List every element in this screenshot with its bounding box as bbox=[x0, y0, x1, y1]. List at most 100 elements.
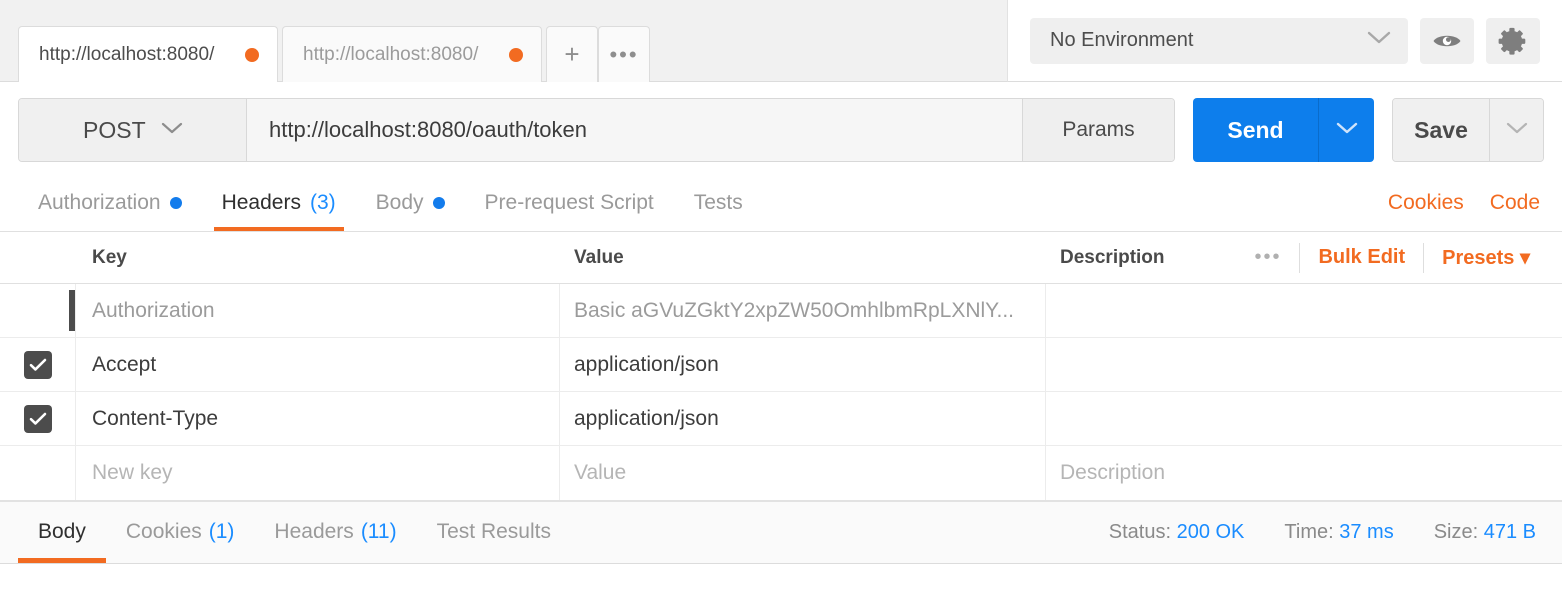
header-description-cell[interactable] bbox=[1046, 338, 1562, 391]
response-tab-headers-label: Headers bbox=[274, 520, 353, 544]
tab-authorization-label: Authorization bbox=[38, 191, 161, 215]
header-key-cell[interactable]: Content-Type bbox=[76, 392, 560, 445]
column-header-description-wrap: Description ••• Bulk Edit Presets ▾ bbox=[1046, 232, 1562, 283]
status-value[interactable]: 200 OK bbox=[1177, 521, 1245, 543]
response-tab-test-results[interactable]: Test Results bbox=[417, 501, 571, 563]
table-new-row: New key Value Description bbox=[0, 446, 1562, 500]
table-row: Content-Type application/json bbox=[0, 392, 1562, 446]
status-badge: Status: 200 OK bbox=[1109, 521, 1245, 544]
method-url-group: POST http://localhost:8080/oauth/token P… bbox=[18, 98, 1175, 162]
chevron-down-icon bbox=[160, 121, 184, 140]
chevron-down-icon bbox=[1505, 121, 1529, 140]
chevron-down-icon bbox=[1335, 121, 1359, 140]
http-method-label: POST bbox=[83, 117, 146, 144]
request-tab-1-title: http://localhost:8080/ bbox=[39, 44, 229, 66]
params-button[interactable]: Params bbox=[1022, 99, 1174, 161]
status-label: Status: bbox=[1109, 521, 1171, 543]
response-tabs: Body Cookies (1) Headers (11) Test Resul… bbox=[18, 501, 571, 563]
time-value[interactable]: 37 ms bbox=[1339, 521, 1393, 543]
size-value[interactable]: 471 B bbox=[1484, 521, 1536, 543]
tab-headers[interactable]: Headers (3) bbox=[202, 175, 356, 231]
gear-icon bbox=[1498, 26, 1528, 56]
header-description-cell[interactable] bbox=[1046, 284, 1562, 337]
response-tab-headers-count: (11) bbox=[361, 520, 397, 544]
request-tab-2[interactable]: http://localhost:8080/ bbox=[282, 26, 542, 82]
request-url-input[interactable]: http://localhost:8080/oauth/token bbox=[247, 99, 1022, 161]
response-tab-cookies[interactable]: Cookies (1) bbox=[106, 501, 255, 563]
request-url-bar: POST http://localhost:8080/oauth/token P… bbox=[0, 82, 1562, 176]
tab-authorization[interactable]: Authorization bbox=[18, 175, 202, 231]
tab-options-button[interactable]: ••• bbox=[598, 26, 650, 82]
environment-selected-label: No Environment bbox=[1050, 29, 1193, 52]
save-button[interactable]: Save bbox=[1393, 99, 1489, 161]
response-tab-headers[interactable]: Headers (11) bbox=[254, 501, 416, 563]
response-bar: Body Cookies (1) Headers (11) Test Resul… bbox=[0, 502, 1562, 564]
row-lock-indicator-cell bbox=[0, 284, 76, 337]
response-tab-body-label: Body bbox=[38, 520, 86, 544]
header-value-cell[interactable]: application/json bbox=[560, 338, 1046, 391]
header-enabled-checkbox[interactable] bbox=[24, 351, 52, 379]
unsaved-dot-icon[interactable] bbox=[245, 48, 259, 62]
headers-table-tools: ••• Bulk Edit Presets ▾ bbox=[1236, 243, 1562, 273]
response-body-area bbox=[0, 564, 1562, 578]
tab-pre-request-script-label: Pre-request Script bbox=[485, 191, 654, 215]
table-row: Authorization Basic aGVuZGktY2xpZW50Omhl… bbox=[0, 284, 1562, 338]
send-button[interactable]: Send bbox=[1193, 98, 1318, 162]
request-tabs-links: Cookies Code bbox=[1388, 175, 1544, 231]
header-description-cell[interactable] bbox=[1046, 392, 1562, 445]
environment-selector[interactable]: No Environment bbox=[1030, 18, 1408, 64]
size-label: Size: bbox=[1434, 521, 1478, 543]
tab-headers-label: Headers bbox=[222, 191, 301, 215]
headers-table: Key Value Description ••• Bulk Edit Pres… bbox=[0, 232, 1562, 502]
time-badge: Time: 37 ms bbox=[1284, 521, 1393, 544]
environment-area: No Environment bbox=[1007, 0, 1562, 82]
bulk-edit-button[interactable]: Bulk Edit bbox=[1299, 243, 1423, 273]
tab-body-label: Body bbox=[376, 191, 424, 215]
modified-dot-icon bbox=[433, 197, 445, 209]
auto-generated-lock-icon bbox=[69, 290, 75, 331]
column-header-key: Key bbox=[76, 232, 560, 283]
row-checkbox-cell bbox=[0, 392, 76, 445]
column-header-description: Description bbox=[1060, 247, 1165, 269]
unsaved-dot-icon[interactable] bbox=[509, 48, 523, 62]
column-header-value: Value bbox=[560, 232, 1046, 283]
headers-table-header-row: Key Value Description ••• Bulk Edit Pres… bbox=[0, 232, 1562, 284]
environment-quick-look-button[interactable] bbox=[1420, 18, 1474, 64]
eye-icon bbox=[1432, 31, 1462, 51]
tab-pre-request-script[interactable]: Pre-request Script bbox=[465, 175, 674, 231]
header-key-cell[interactable]: Authorization bbox=[76, 284, 560, 337]
new-description-input[interactable]: Description bbox=[1046, 446, 1562, 500]
tab-tests[interactable]: Tests bbox=[674, 175, 763, 231]
settings-button[interactable] bbox=[1486, 18, 1540, 64]
code-link[interactable]: Code bbox=[1490, 191, 1540, 215]
tab-headers-count: (3) bbox=[310, 191, 336, 215]
time-label: Time: bbox=[1284, 521, 1333, 543]
new-value-input[interactable]: Value bbox=[560, 446, 1046, 500]
header-row-checkbox-column bbox=[0, 232, 76, 283]
top-bar: http://localhost:8080/ http://localhost:… bbox=[0, 0, 1562, 82]
header-enabled-checkbox[interactable] bbox=[24, 405, 52, 433]
http-method-selector[interactable]: POST bbox=[19, 99, 247, 161]
tab-tests-label: Tests bbox=[694, 191, 743, 215]
presets-button[interactable]: Presets ▾ bbox=[1423, 243, 1548, 273]
table-options-button[interactable]: ••• bbox=[1236, 243, 1299, 273]
tab-body[interactable]: Body bbox=[356, 175, 465, 231]
request-tab-2-title: http://localhost:8080/ bbox=[303, 44, 493, 66]
header-value-cell[interactable]: Basic aGVuZGktY2xpZW50OmhlbmRpLXNlY... bbox=[560, 284, 1046, 337]
response-stats: Status: 200 OK Time: 37 ms Size: 471 B bbox=[1109, 501, 1544, 563]
header-key-cell[interactable]: Accept bbox=[76, 338, 560, 391]
response-tab-body[interactable]: Body bbox=[18, 501, 106, 563]
modified-dot-icon bbox=[170, 197, 182, 209]
response-tab-cookies-label: Cookies bbox=[126, 520, 202, 544]
request-section-tabs: Authorization Headers (3) Body Pre-reque… bbox=[0, 176, 1562, 232]
header-value-cell[interactable]: application/json bbox=[560, 392, 1046, 445]
response-tab-test-results-label: Test Results bbox=[437, 520, 551, 544]
save-options-button[interactable] bbox=[1489, 99, 1543, 161]
new-key-input[interactable]: New key bbox=[76, 446, 560, 500]
send-options-button[interactable] bbox=[1318, 98, 1374, 162]
table-row: Accept application/json bbox=[0, 338, 1562, 392]
request-tab-1[interactable]: http://localhost:8080/ bbox=[18, 26, 278, 82]
new-tab-button[interactable]: + bbox=[546, 26, 598, 82]
request-section-tabs-list: Authorization Headers (3) Body Pre-reque… bbox=[18, 175, 763, 231]
cookies-link[interactable]: Cookies bbox=[1388, 191, 1464, 215]
